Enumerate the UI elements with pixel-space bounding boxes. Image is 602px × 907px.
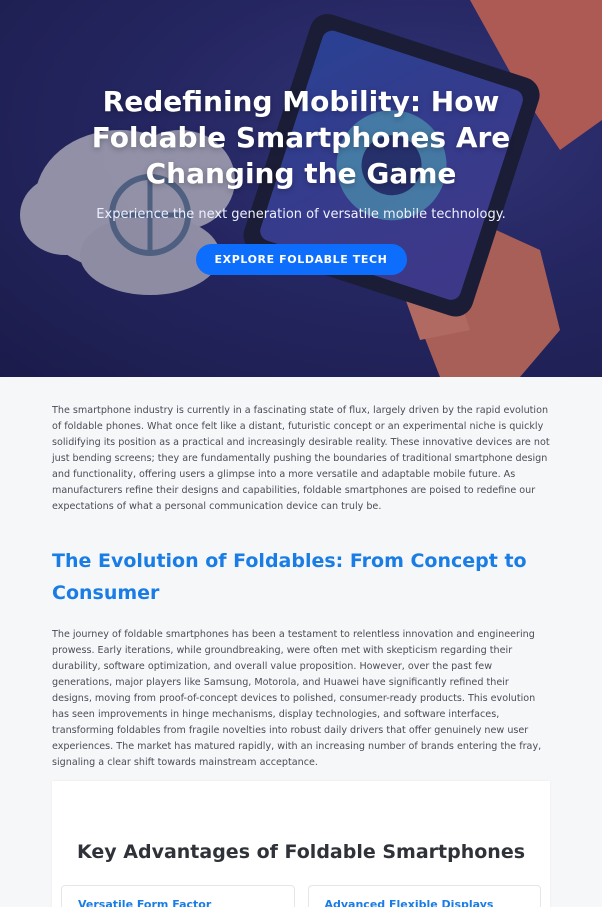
advantage-card[interactable]: Versatile Form Factor <box>61 885 295 907</box>
hero-content: Redefining Mobility: How Foldable Smartp… <box>0 84 602 275</box>
advantages-list: Versatile Form Factor Advanced Flexible … <box>61 885 541 907</box>
hero-subtitle: Experience the next generation of versat… <box>96 207 506 222</box>
advantage-card[interactable]: Advanced Flexible Displays <box>307 885 541 907</box>
evolution-paragraph: The journey of foldable smartphones has … <box>52 629 542 768</box>
evolution-heading: The Evolution of Foldables: From Concept… <box>52 550 527 604</box>
explore-foldable-tech-button[interactable]: EXPLORE FOLDABLE TECH <box>195 244 407 275</box>
article-content: The smartphone industry is currently in … <box>0 377 602 907</box>
hero-title: Redefining Mobility: How Foldable Smartp… <box>91 85 511 190</box>
advantages-section: Key Advantages of Foldable Smartphones V… <box>52 781 550 907</box>
advantage-card-title: Versatile Form Factor <box>78 898 212 907</box>
advantage-card-title: Advanced Flexible Displays <box>324 898 494 907</box>
intro-paragraph: The smartphone industry is currently in … <box>52 405 550 512</box>
hero-banner: Redefining Mobility: How Foldable Smartp… <box>0 0 602 377</box>
advantages-heading: Key Advantages of Foldable Smartphones <box>76 841 526 863</box>
